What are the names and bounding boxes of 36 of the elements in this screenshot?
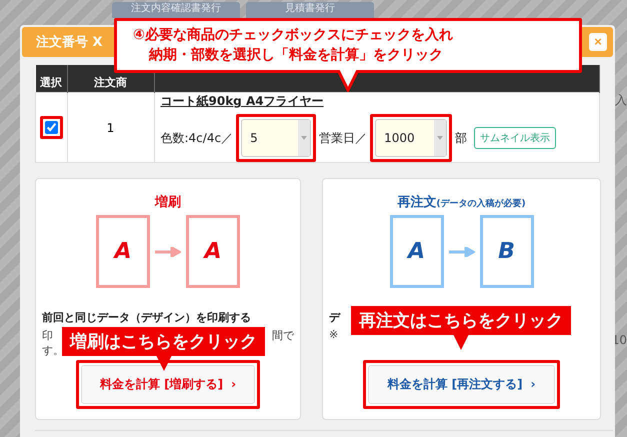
field-label: 営業日／ [319, 130, 368, 146]
option-note: ※ [329, 328, 338, 341]
calculate-button[interactable]: 料金を計算 [増刷する] › [80, 365, 256, 404]
option-description: デ [329, 311, 340, 324]
page-drawing: B [480, 215, 534, 288]
table-cell: 1 [106, 120, 114, 134]
option-note: す。 [42, 344, 64, 357]
page-button[interactable]: 注文内容確認書発行 [112, 2, 240, 18]
days-select[interactable]: 5 [241, 119, 312, 157]
page-text: 入 [615, 92, 627, 109]
field-label: 色数:4c/4c／ [160, 130, 234, 146]
page-button[interactable]: 見積書発行 [246, 2, 374, 18]
quantity-select[interactable]: 1000 [375, 119, 448, 157]
dropdown-icon [301, 136, 308, 140]
callout-pointer [337, 70, 359, 92]
product-name: コート紙90kg A4フライヤー [160, 93, 325, 110]
calculate-button[interactable]: 料金を計算 [再注文する] › [368, 365, 555, 404]
option-title: 増刷 [155, 195, 181, 210]
option-title: 再注文 [397, 195, 436, 210]
callout-pointer [453, 334, 469, 350]
page-drawing: A [186, 215, 240, 288]
modal-title: 注文番号 X [36, 34, 103, 51]
field-label: 部 [455, 130, 468, 146]
page-drawing: A [390, 215, 444, 288]
option-subtitle: (データの入稿が必要) [436, 199, 526, 209]
callout: ④必要な商品のチェックボックスにチェックを入れ 納期・部数を選択し「料金を計算」をクリック [114, 18, 582, 74]
option-note: 間で [272, 328, 294, 343]
dropdown-icon [437, 136, 444, 140]
row-checkbox[interactable] [44, 121, 58, 134]
arrow-icon [155, 246, 181, 256]
option-note: 印 [42, 328, 53, 343]
page-drawing: A [96, 215, 150, 288]
arrow-icon [448, 246, 474, 256]
column-header: 選択 [36, 65, 67, 92]
option-description: 前回と同じデータ（デザイン）を印刷する [42, 311, 251, 324]
thumbnail-button[interactable]: サムネイル表示 [474, 127, 556, 149]
